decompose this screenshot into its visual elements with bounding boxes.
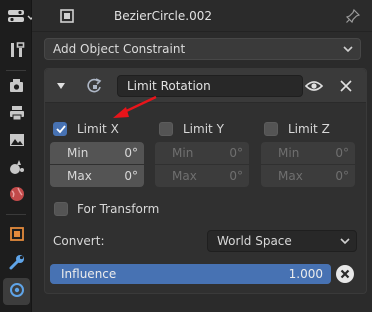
chevron-down-icon xyxy=(342,43,354,58)
wrench-screwdriver-icon xyxy=(8,41,26,62)
convert-value: World Space xyxy=(217,234,292,248)
properties-tab-strip xyxy=(0,0,35,312)
limit-z-label: Limit Z xyxy=(288,122,330,136)
limit-x-label: Limit X xyxy=(77,122,119,136)
min-value: 0° xyxy=(229,146,243,160)
max-value: 0° xyxy=(124,169,138,183)
printer-icon xyxy=(8,104,26,125)
add-constraint-label: Add Object Constraint xyxy=(53,42,186,56)
pin-icon[interactable] xyxy=(345,8,361,27)
min-label: Min xyxy=(67,146,89,160)
limit-z-max-field[interactable]: Max 0° xyxy=(261,165,355,187)
properties-editor: BezierCircle.002 Add Object Constraint L… xyxy=(0,0,372,312)
max-label: Max xyxy=(172,169,197,183)
limit-x-checkbox[interactable] xyxy=(53,122,67,136)
convert-label: Convert: xyxy=(53,234,105,248)
constraint-name-field[interactable]: Limit Rotation xyxy=(117,75,303,97)
convert-space-dropdown[interactable]: World Space xyxy=(207,230,357,252)
chevron-down-icon xyxy=(339,235,351,250)
max-value: 0° xyxy=(335,169,349,183)
scene-icon xyxy=(8,158,26,179)
world-icon xyxy=(8,185,26,206)
limit-z-checkbox[interactable] xyxy=(264,122,278,136)
influence-value: 1.000 xyxy=(288,267,323,281)
limit-y-label: Limit Y xyxy=(183,122,224,136)
camera-back-icon xyxy=(8,77,26,98)
checkmark-icon xyxy=(55,123,67,138)
constraint-panel-header: Limit Rotation xyxy=(45,69,366,103)
object-name: BezierCircle.002 xyxy=(114,9,212,23)
add-object-constraint-dropdown[interactable]: Add Object Constraint xyxy=(44,38,361,60)
for-transform-label: For Transform xyxy=(77,202,160,216)
object-square-icon xyxy=(8,225,26,246)
wrench-icon xyxy=(8,253,26,274)
tab-modifiers[interactable] xyxy=(3,250,30,277)
limit-y-checkbox[interactable] xyxy=(159,122,173,136)
editor-type-icon xyxy=(7,8,25,27)
limit-z-min-field[interactable]: Min 0° xyxy=(261,142,355,164)
max-value: 0° xyxy=(229,169,243,183)
constraint-type-icon xyxy=(85,77,103,98)
influence-slider[interactable]: Influence 1.000 xyxy=(50,264,331,284)
limit-x-max-field[interactable]: Max 0° xyxy=(50,165,144,187)
object-data-icon xyxy=(59,8,75,27)
image-icon xyxy=(8,131,26,152)
limit-x-min-field[interactable]: Min 0° xyxy=(50,142,144,164)
tab-render[interactable] xyxy=(3,74,30,101)
tab-tool[interactable] xyxy=(3,38,30,65)
disable-keep-transform-icon[interactable] xyxy=(335,264,355,287)
influence-label: Influence xyxy=(61,267,117,281)
for-transform-checkbox[interactable] xyxy=(54,202,68,216)
tab-object[interactable] xyxy=(3,222,30,249)
properties-header: BezierCircle.002 xyxy=(32,0,372,32)
eye-icon[interactable] xyxy=(304,78,324,97)
close-icon[interactable] xyxy=(339,79,353,96)
constraint-icon xyxy=(8,281,26,302)
tab-scene[interactable] xyxy=(3,155,30,182)
max-label: Max xyxy=(278,169,303,183)
min-label: Min xyxy=(172,146,194,160)
tab-world[interactable] xyxy=(3,182,30,209)
tab-output[interactable] xyxy=(3,101,30,128)
tab-object-constraint[interactable] xyxy=(3,278,30,305)
max-label: Max xyxy=(67,169,92,183)
min-value: 0° xyxy=(124,146,138,160)
min-value: 0° xyxy=(335,146,349,160)
limit-y-min-field[interactable]: Min 0° xyxy=(155,142,249,164)
tab-view-layer[interactable] xyxy=(3,128,30,155)
collapse-triangle-icon[interactable] xyxy=(56,80,66,94)
limit-y-max-field[interactable]: Max 0° xyxy=(155,165,249,187)
min-label: Min xyxy=(278,146,300,160)
annotation-arrow xyxy=(110,95,160,124)
